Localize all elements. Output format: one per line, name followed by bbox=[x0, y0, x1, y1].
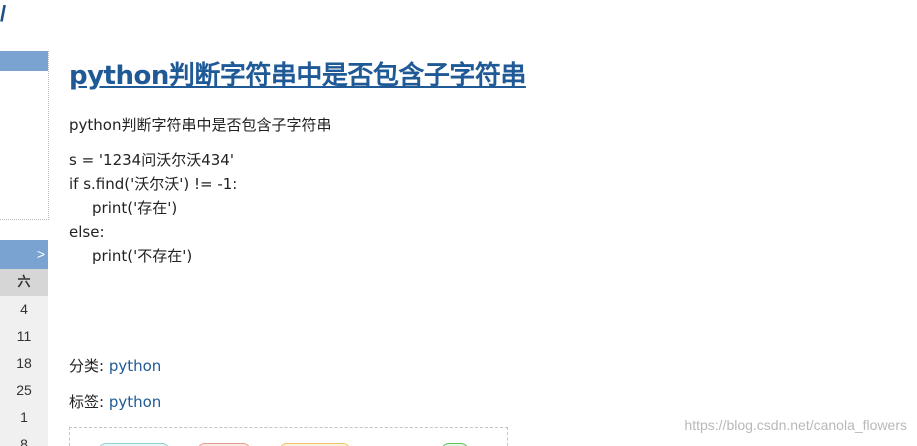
calendar-day[interactable]: 18 bbox=[0, 350, 48, 377]
calendar-day[interactable]: 8 bbox=[0, 431, 48, 446]
sidebar-widget-header bbox=[0, 51, 48, 71]
post-category: 分类: python bbox=[69, 354, 161, 378]
code-line: else: bbox=[69, 223, 105, 241]
code-line: if s.find('沃尔沃') != -1: bbox=[69, 175, 238, 193]
calendar-day[interactable]: 4 bbox=[0, 296, 48, 323]
code-line: print('存在') bbox=[92, 199, 178, 217]
tags-label: 标签: bbox=[69, 393, 105, 411]
calendar-day[interactable]: 1 bbox=[0, 404, 48, 431]
calendar-widget: > 六 4 11 18 25 1 8 bbox=[0, 240, 48, 446]
header-fragment: / bbox=[0, 1, 7, 26]
category-label: 分类: bbox=[69, 357, 105, 375]
category-link[interactable]: python bbox=[109, 357, 161, 375]
sidebar-widget bbox=[0, 51, 49, 220]
post-title-link[interactable]: python判断字符串中是否包含子字符串 bbox=[69, 57, 526, 95]
post-actions-box bbox=[69, 427, 508, 446]
code-line: print('不存在') bbox=[92, 247, 193, 265]
blog-page: / > 六 4 11 18 25 1 8 python判断字符串中是否包含子字符… bbox=[0, 0, 917, 446]
watermark: https://blog.csdn.net/canola_flowers bbox=[684, 417, 907, 433]
post-intro: python判断字符串中是否包含子字符串 bbox=[69, 116, 332, 134]
code-line: s = '1234问沃尔沃434' bbox=[69, 151, 234, 169]
tag-link[interactable]: python bbox=[109, 393, 161, 411]
calendar-day[interactable]: 11 bbox=[0, 323, 48, 350]
post-body: python判断字符串中是否包含子字符串 s = '1234问沃尔沃434' i… bbox=[69, 113, 669, 268]
calendar-weekday-saturday: 六 bbox=[0, 269, 48, 296]
calendar-day[interactable]: 25 bbox=[0, 377, 48, 404]
calendar-next-button[interactable]: > bbox=[0, 240, 48, 269]
post-tags: 标签: python bbox=[69, 390, 161, 414]
